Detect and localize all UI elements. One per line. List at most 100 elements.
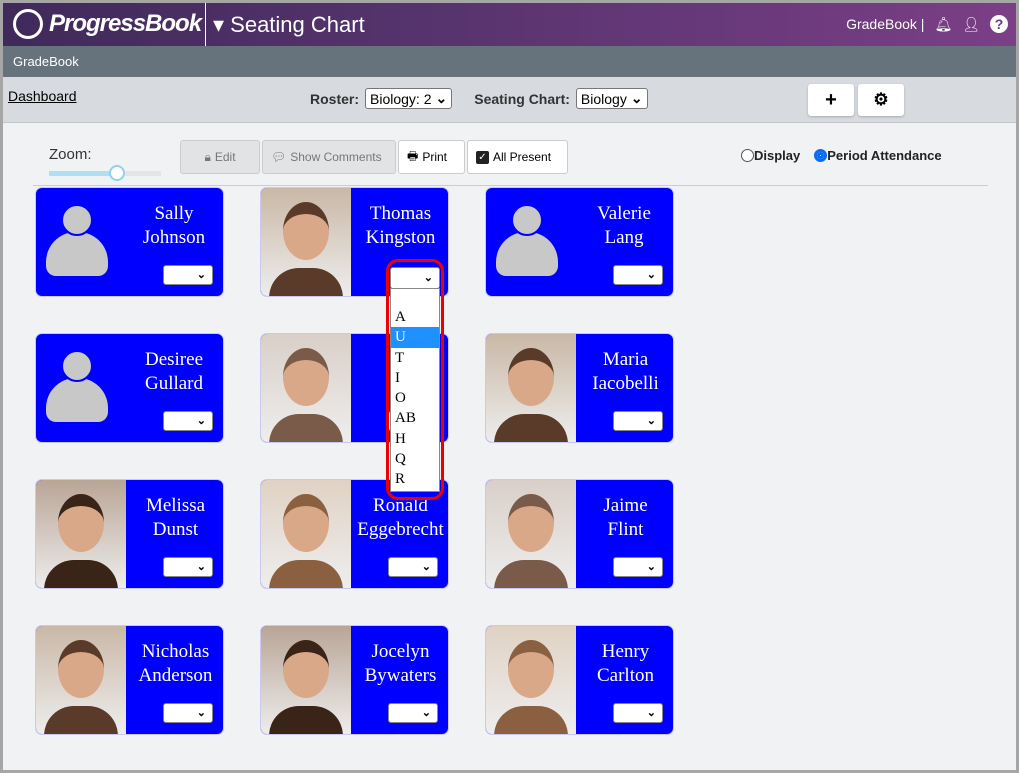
- edit-button[interactable]: 🔒︎ Edit: [180, 140, 260, 174]
- roster-value: Biology: 2: [370, 90, 432, 107]
- student-card[interactable]: Jaime Flint ⌄: [485, 479, 674, 589]
- student-first-name: Henry: [601, 641, 650, 662]
- student-name: Jaime Flint: [576, 494, 673, 542]
- display-label: Display: [754, 148, 801, 163]
- student-photo: [486, 480, 576, 588]
- page-title-text: Seating Chart: [230, 12, 365, 37]
- all-present-label: All Present: [493, 150, 552, 164]
- show-comments-label: Show Comments: [290, 150, 382, 164]
- student-last-name: Anderson: [138, 665, 213, 686]
- attendance-select[interactable]: ⌄: [163, 265, 213, 285]
- student-first-name: Melissa: [145, 495, 206, 516]
- lock-icon: 🔒︎: [204, 149, 211, 164]
- attendance-select[interactable]: ⌄: [163, 557, 213, 577]
- attendance-option[interactable]: A: [391, 307, 439, 327]
- avatar-placeholder-icon: [46, 350, 108, 422]
- zoom-slider[interactable]: [49, 165, 161, 181]
- attendance-option[interactable]: R: [391, 469, 439, 489]
- header: ProgressBook ▾ Seating Chart GradeBook |…: [3, 3, 1016, 46]
- student-photo: [261, 188, 351, 296]
- student-last-name: Johnson: [142, 227, 206, 248]
- subnav-label[interactable]: GradeBook: [13, 54, 79, 69]
- dashboard-link[interactable]: Dashboard: [8, 88, 77, 104]
- student-name: Nicholas Anderson: [126, 640, 223, 688]
- student-name: Henry Carlton: [576, 640, 673, 688]
- student-photo: [261, 334, 351, 442]
- student-first-name: Desiree: [144, 349, 204, 370]
- student-photo: [486, 334, 576, 442]
- attendance-option[interactable]: AB: [391, 408, 439, 428]
- divider: [33, 185, 988, 186]
- attendance-dropdown-callout: ⌄ A U T I O AB H Q R: [386, 259, 444, 500]
- show-comments-button[interactable]: 💬︎ Show Comments: [262, 140, 396, 174]
- roster-select[interactable]: Biology: 2 ⌄: [365, 88, 453, 109]
- attendance-option[interactable]: I: [391, 368, 439, 388]
- attendance-select[interactable]: ⌄: [388, 703, 438, 723]
- period-attendance-radio[interactable]: Period Attendance: [814, 148, 942, 163]
- attendance-option[interactable]: Q: [391, 449, 439, 469]
- attendance-select[interactable]: ⌄: [163, 703, 213, 723]
- attendance-option[interactable]: H: [391, 429, 439, 449]
- student-last-name: Gullard: [144, 373, 204, 394]
- student-last-name: Lang: [604, 227, 644, 248]
- user-icon[interactable]: 👤︎: [962, 16, 980, 33]
- student-last-name: Iacobelli: [592, 373, 659, 394]
- student-card[interactable]: Nicholas Anderson ⌄: [35, 625, 224, 735]
- student-last-name: Carlton: [597, 665, 654, 686]
- seating-chart-value: Biology: [580, 90, 627, 107]
- seating-chart-select[interactable]: Biology ⌄: [575, 88, 648, 109]
- student-photo: [36, 626, 126, 734]
- divider: [205, 3, 206, 46]
- attendance-option[interactable]: T: [391, 348, 439, 368]
- avatar-placeholder-icon: [46, 204, 108, 276]
- student-card[interactable]: Valerie Lang ⌄: [485, 187, 674, 297]
- radio-icon: [741, 149, 754, 162]
- edit-label: Edit: [214, 150, 236, 164]
- toolbar: Dashboard Roster: Biology: 2 ⌄ Seating Ch…: [3, 77, 1016, 123]
- attendance-select[interactable]: ⌄: [613, 265, 663, 285]
- attendance-select[interactable]: ⌄: [613, 557, 663, 577]
- gradebook-link[interactable]: GradeBook |: [846, 16, 924, 32]
- student-card[interactable]: Henry Carlton ⌄: [485, 625, 674, 735]
- checkbox-icon: ✓: [476, 150, 489, 164]
- help-icon[interactable]: ?: [990, 15, 1008, 33]
- print-button[interactable]: 🖶 Print: [398, 140, 465, 174]
- student-last-name: Kingston: [365, 227, 436, 248]
- student-last-name: Eggebrecht: [357, 519, 444, 540]
- student-name: Ronald Eggebrecht: [351, 494, 448, 542]
- all-present-button[interactable]: ✓ All Present: [467, 140, 568, 174]
- attendance-select[interactable]: ⌄: [613, 703, 663, 723]
- attendance-select[interactable]: ⌄: [613, 411, 663, 431]
- student-card[interactable]: Desiree Gullard ⌄: [35, 333, 224, 443]
- attendance-options-list: A U T I O AB H Q R: [390, 288, 440, 492]
- settings-button[interactable]: ⚙: [858, 84, 904, 116]
- add-button[interactable]: +: [808, 84, 854, 116]
- student-card[interactable]: Maria Iacobelli ⌄: [485, 333, 674, 443]
- printer-icon: 🖶: [407, 148, 419, 163]
- student-first-name: Valerie: [597, 203, 651, 224]
- student-card[interactable]: Sally Johnson ⌄: [35, 187, 224, 297]
- attendance-select[interactable]: ⌄: [163, 411, 213, 431]
- print-label: Print: [422, 150, 448, 164]
- logo[interactable]: ProgressBook: [13, 9, 202, 39]
- logo-mark-icon: [13, 9, 43, 39]
- student-last-name: Bywaters: [364, 665, 437, 686]
- attendance-option[interactable]: O: [391, 388, 439, 408]
- page-title[interactable]: ▾ Seating Chart: [213, 12, 365, 38]
- attendance-select[interactable]: ⌄: [388, 557, 438, 577]
- subnav: GradeBook: [3, 46, 1016, 77]
- avatar-placeholder-icon: [496, 204, 558, 276]
- attendance-select-open[interactable]: ⌄: [390, 267, 440, 289]
- student-last-name: Dunst: [152, 519, 199, 540]
- zoom-handle[interactable]: [109, 165, 125, 181]
- bell-icon[interactable]: 🔔︎: [934, 16, 952, 33]
- comment-icon: 💬︎: [271, 150, 287, 164]
- student-photo: [261, 480, 351, 588]
- attendance-option[interactable]: U: [391, 327, 439, 348]
- student-name: Maria Iacobelli: [576, 348, 673, 396]
- student-first-name: Sally: [154, 203, 194, 224]
- student-card[interactable]: Jocelyn Bywaters ⌄: [260, 625, 449, 735]
- student-card[interactable]: Melissa Dunst ⌄: [35, 479, 224, 589]
- display-radio[interactable]: Display: [741, 148, 800, 163]
- student-last-name: Flint: [607, 519, 644, 540]
